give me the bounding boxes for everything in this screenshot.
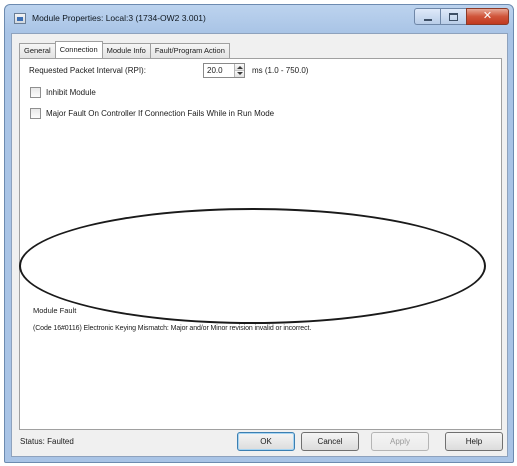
module-properties-window: Module Properties: Local:3 (1734-OW2 3.0… [4,4,514,463]
inhibit-module-checkbox[interactable] [30,87,41,98]
module-fault-message: (Code 16#0116) Electronic Keying Mismatc… [33,325,312,332]
status-text: Status: Faulted [20,437,74,446]
cancel-button[interactable]: Cancel [301,432,359,451]
app-icon [14,13,26,24]
rpi-stepper[interactable]: 20.0 [203,63,245,78]
minimize-icon [424,19,432,21]
rpi-spin-buttons [234,64,244,77]
inhibit-module-row: Inhibit Module [30,87,96,98]
rpi-range-label: ms (1.0 - 750.0) [252,66,309,75]
major-fault-checkbox[interactable] [30,108,41,119]
tab-strip: General Connection Module Info Fault/Pro… [19,41,230,58]
rpi-label: Requested Packet Interval (RPI): [29,66,146,75]
maximize-button[interactable] [440,8,466,25]
dialog-client-area: General Connection Module Info Fault/Pro… [11,33,508,457]
module-fault-title: Module Fault [33,306,77,315]
tab-general[interactable]: General [19,43,56,58]
ok-button[interactable]: OK [237,432,295,451]
window-title: Module Properties: Local:3 (1734-OW2 3.0… [32,13,206,23]
close-button[interactable]: ✕ [466,8,509,25]
rpi-value[interactable]: 20.0 [207,66,223,75]
caption-buttons: ✕ [414,8,509,25]
help-button[interactable]: Help [445,432,503,451]
close-icon: ✕ [482,10,493,22]
major-fault-row: Major Fault On Controller If Connection … [30,108,274,119]
minimize-button[interactable] [414,8,440,25]
maximize-icon [449,13,458,21]
major-fault-label[interactable]: Major Fault On Controller If Connection … [46,109,274,118]
connection-tab-panel: Requested Packet Interval (RPI): 20.0 ms… [19,58,502,430]
spin-down-icon[interactable] [235,70,244,77]
apply-button: Apply [371,432,429,451]
tab-connection[interactable]: Connection [54,41,103,58]
inhibit-module-label[interactable]: Inhibit Module [46,88,96,97]
tab-fault-program-action[interactable]: Fault/Program Action [149,43,230,58]
tab-module-info[interactable]: Module Info [101,43,151,58]
title-bar[interactable]: Module Properties: Local:3 (1734-OW2 3.0… [5,5,513,33]
